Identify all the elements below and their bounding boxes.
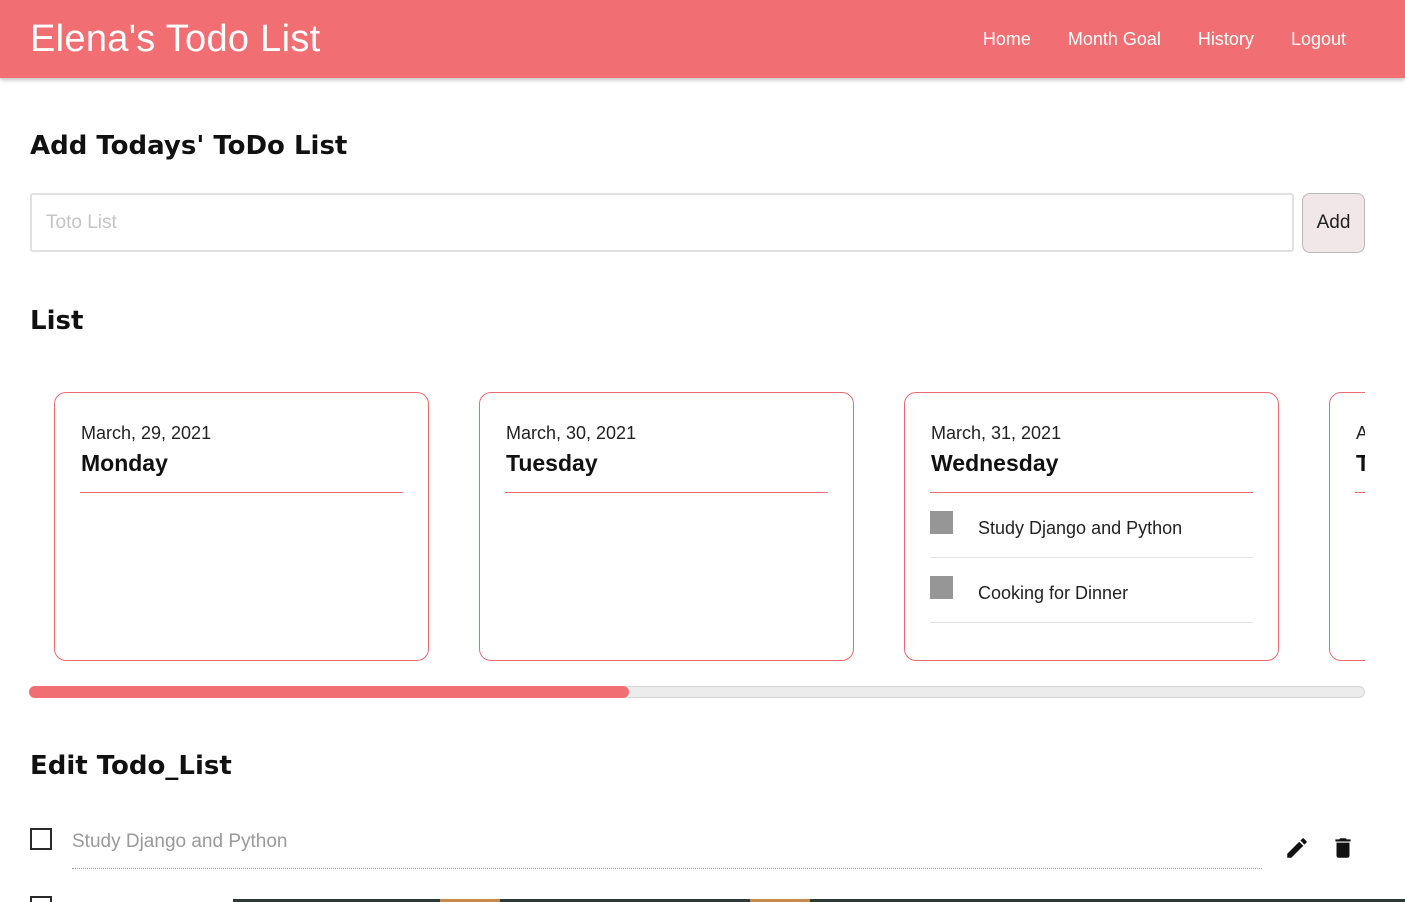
todo-marker[interactable] <box>930 576 953 599</box>
card-date: A <box>1356 423 1365 443</box>
card-todo-text: Study Django and Python <box>978 518 1183 538</box>
card-day: Tuesday <box>506 450 598 476</box>
carousel-scrollbar[interactable] <box>29 686 1365 698</box>
card-day: T <box>1356 450 1365 476</box>
add-todo-heading: Add Todays' ToDo List <box>30 131 348 161</box>
site-title[interactable]: Elena's Todo List <box>30 16 321 62</box>
card-todo-text: Cooking for Dinner <box>978 583 1129 603</box>
edit-todo-row: Study Django and Python <box>30 820 1365 872</box>
card-date: March, 31, 2021 <box>931 423 1062 443</box>
card-divider <box>1355 492 1365 493</box>
nav-home-link[interactable]: Home <box>983 27 1031 51</box>
card-todo-item: Study Django and Python <box>930 493 1253 558</box>
todo-checkbox[interactable] <box>30 828 52 850</box>
edit-todo-heading: Edit Todo_List <box>30 751 232 781</box>
trash-icon[interactable] <box>1330 835 1356 861</box>
todo-marker[interactable] <box>930 511 953 534</box>
pencil-icon[interactable] <box>1284 835 1310 861</box>
nav-links: Home Month Goal History Logout <box>983 27 1346 51</box>
add-button[interactable]: Add <box>1302 193 1365 253</box>
top-navbar: Elena's Todo List Home Month Goal Histor… <box>0 0 1405 78</box>
day-card-carousel[interactable]: March, 29, 2021 Monday March, 30, 2021 T… <box>30 380 1365 670</box>
day-card: March, 30, 2021 Tuesday <box>479 392 854 661</box>
card-date: March, 29, 2021 <box>81 423 212 443</box>
day-card: March, 29, 2021 Monday <box>54 392 429 661</box>
day-card: A T <box>1329 392 1365 661</box>
todo-checkbox[interactable] <box>30 896 52 902</box>
card-divider <box>505 492 828 493</box>
carousel-scroll-thumb[interactable] <box>29 686 630 698</box>
nav-month-goal-link[interactable]: Month Goal <box>1068 27 1161 51</box>
day-card: March, 31, 2021 Wednesday Study Django a… <box>904 392 1279 661</box>
nav-logout-link[interactable]: Logout <box>1291 27 1346 51</box>
card-todo-item: Cooking for Dinner <box>930 558 1253 623</box>
todo-input[interactable] <box>30 193 1294 252</box>
nav-history-link[interactable]: History <box>1198 27 1254 51</box>
todo-edit-field[interactable]: Study Django and Python <box>72 830 1262 869</box>
card-day: Wednesday <box>931 450 1059 476</box>
card-divider <box>80 492 403 493</box>
card-date: March, 30, 2021 <box>506 423 637 443</box>
list-heading: List <box>30 306 84 336</box>
card-day: Monday <box>81 450 168 476</box>
card-todo-list: Study Django and Python Cooking for Dinn… <box>930 493 1253 623</box>
